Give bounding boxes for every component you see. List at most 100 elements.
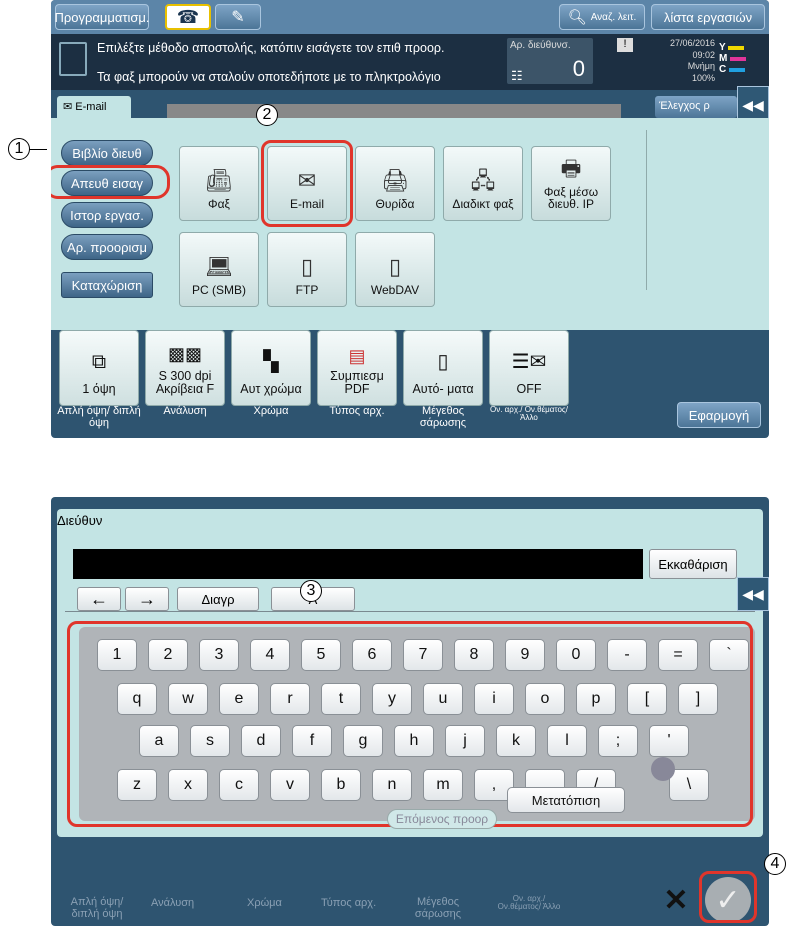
address-count-value: 0 xyxy=(572,56,585,81)
ftp-button[interactable]: ▯ FTP xyxy=(267,232,347,307)
duplex-value: 1 όψη xyxy=(82,381,116,396)
time-text: 09:02 xyxy=(692,49,715,60)
internet-fax-button[interactable]: 🖧 Διαδικτ φαξ xyxy=(443,146,523,221)
tab-divider xyxy=(65,611,755,612)
scan-size-value: Αυτό- ματα xyxy=(412,381,474,396)
resolution-icon: ▩▩ xyxy=(167,343,202,364)
file-type-value: Συμπιεσμ PDF xyxy=(330,368,384,396)
file-type-label-dim: Τύπος αρχ. xyxy=(321,897,377,909)
apply-button[interactable]: Εφαρμογή xyxy=(677,402,761,428)
instruction-line1: Επιλέξτε μέθοδο αποστολής, κατόπιν εισάγ… xyxy=(97,41,445,55)
next-destination-button[interactable]: Επόμενος προορ xyxy=(387,809,497,829)
ip-fax-icon: 🖶 xyxy=(560,155,582,181)
filename-setting-button[interactable]: ☰✉ OFF xyxy=(489,330,569,406)
webdav-label: WebDAV xyxy=(370,283,420,298)
filename-label: Ον. αρχ./ Ον.θέματος/ Άλλο xyxy=(490,405,568,423)
toner-y-label: Y xyxy=(719,42,726,53)
job-list-button[interactable]: λίστα εργασιών xyxy=(651,4,765,30)
left-arrow-button[interactable]: ← xyxy=(77,587,121,611)
search-label: Αναζ. λειτ. xyxy=(590,11,637,23)
address-book-button[interactable]: Βιβλίο διευθ xyxy=(61,140,153,166)
delete-button[interactable]: Διαγρ xyxy=(177,587,259,611)
search-button[interactable]: 🔍︎ Αναζ. λειτ. xyxy=(559,4,645,30)
ftp-label: FTP xyxy=(295,283,319,298)
address-dialog: Διεύθυν Εκκαθάριση ← → Διαγρ A 123456789… xyxy=(57,509,763,837)
highlight-keyboard xyxy=(67,621,753,827)
box-icon: 🖨︎ xyxy=(381,168,409,194)
highlight-ok xyxy=(699,871,757,923)
memory-value: 100% xyxy=(691,73,715,84)
callout-1: 1 xyxy=(8,138,30,160)
dest-number-button[interactable]: Αρ. προορισμ xyxy=(61,234,153,260)
phone-hook-icon[interactable]: ☎ xyxy=(165,4,211,30)
warning-icon: ! xyxy=(617,38,633,52)
color-label: Χρώμα xyxy=(253,405,289,417)
collapse-icon[interactable]: ◀◀ xyxy=(737,577,769,611)
callout-2: 2 xyxy=(256,104,278,126)
pdf-icon: ▤ xyxy=(348,345,366,366)
callout-4: 4 xyxy=(764,853,786,875)
memory-label: Μνήμη xyxy=(687,61,715,72)
webdav-button[interactable]: ▯ WebDAV xyxy=(355,232,435,307)
duplex-label: Απλή όψη/ διπλή όψη xyxy=(57,405,141,429)
webdav-icon: ▯ xyxy=(388,254,402,280)
dialog-title: Διεύθυν xyxy=(57,513,103,528)
resolution-setting-button[interactable]: ▩▩ S 300 dpi Ακρίβεια F xyxy=(145,330,225,406)
list-icon: ☷ xyxy=(511,68,523,83)
pc-smb-button[interactable]: 💻︎ PC (SMB) xyxy=(179,232,259,307)
filename-value: OFF xyxy=(516,381,542,396)
keyboard-screen: Διεύθυν Εκκαθάριση ← → Διαγρ A 123456789… xyxy=(51,497,769,926)
file-type-setting-button[interactable]: ▤ Συμπιεσμ PDF xyxy=(317,330,397,406)
instruction-line2: Τα φαξ μπορούν να σταλούν οποτεδήποτε με… xyxy=(97,70,441,84)
top-bar: Προγραμματισμ. ☎ ✎ 🔍︎ Αναζ. λειτ. λίστα ε… xyxy=(51,0,769,34)
page-icon: ▯ xyxy=(437,350,449,373)
pc-smb-label: PC (SMB) xyxy=(192,283,246,298)
toner-c-label: C xyxy=(719,64,727,75)
register-button[interactable]: Καταχώριση xyxy=(61,272,153,298)
resolution-label-dim: Ανάλυση xyxy=(151,897,195,909)
scan-size-setting-button[interactable]: ▯ Αυτό- ματα xyxy=(403,330,483,406)
resolution-label: Ανάλυση xyxy=(163,405,207,417)
ip-fax-label: Φαξ μέσω διευθ. IP xyxy=(543,184,599,212)
server-icon: ▯ xyxy=(300,254,314,280)
color-value: Αυτ χρώμα xyxy=(240,381,302,396)
clear-button[interactable]: Εκκαθάριση xyxy=(649,549,737,579)
message-area: Επιλέξτε μέθοδο αποστολής, κατόπιν εισάγ… xyxy=(51,34,769,90)
highlight-direct-input xyxy=(51,165,170,199)
send-screen: Προγραμματισμ. ☎ ✎ 🔍︎ Αναζ. λειτ. λίστα ε… xyxy=(51,0,769,438)
color-setting-button[interactable]: ▚ Αυτ χρώμα xyxy=(231,330,311,406)
box-button[interactable]: 🖨︎ Θυρίδα xyxy=(355,146,435,221)
date-text: 27/06/2016 xyxy=(669,38,715,48)
search-icon: 🔍︎ xyxy=(567,9,587,26)
toner-m-label: M xyxy=(719,53,728,64)
scan-size-label: Μέγεθος σάρωσης xyxy=(419,405,467,429)
callout-3: 3 xyxy=(300,580,322,602)
pen-icon[interactable]: ✎ xyxy=(215,4,261,30)
job-history-button[interactable]: Ιστορ εργασ. xyxy=(61,202,153,228)
email-tab-label: E-mail xyxy=(75,101,107,113)
box-label: Θυρίδα xyxy=(375,197,415,212)
scan-size-label-dim: Μέγεθος σάρωσης xyxy=(414,896,462,920)
computer-icon: 💻︎ xyxy=(205,254,233,280)
destination-area: Βιβλίο διευθ Απευθ εισαγ Ιστορ εργασ. Αρ… xyxy=(51,118,769,330)
address-entry-field[interactable] xyxy=(73,549,643,579)
internet-fax-icon: 🖧 xyxy=(470,168,496,194)
fax-icon: 📠︎ xyxy=(205,168,233,194)
check-button[interactable]: Έλεγχος ρ xyxy=(655,96,737,118)
fax-label: Φαξ xyxy=(208,197,230,212)
status-info: 27/06/2016 09:02 Μνήμη 100% xyxy=(663,38,715,85)
fax-button[interactable]: 📠︎ Φαξ xyxy=(179,146,259,221)
close-icon[interactable]: ✕ xyxy=(655,879,697,921)
program-button[interactable]: Προγραμματισμ. xyxy=(54,4,150,30)
address-count-label: Αρ. διεύθυνσ. xyxy=(510,40,571,51)
duplex-setting-button[interactable]: ⧉ 1 όψη xyxy=(59,330,139,406)
right-arrow-button[interactable]: → xyxy=(125,587,169,611)
email-tab[interactable]: ✉ E-mail xyxy=(57,96,131,118)
resolution-value: S 300 dpi Ακρίβεια F xyxy=(155,368,215,396)
address-count-box: Αρ. διεύθυνσ. 0 ☷ xyxy=(507,38,593,84)
color-label-dim: Χρώμα xyxy=(247,897,282,909)
toner-levels: Y M C xyxy=(719,42,747,75)
destination-grid: 📠︎ Φαξ ✉ E-mail 🖨︎ Θυρίδα 🖧 Διαδικτ φαξ 🖶 Φαξ… xyxy=(167,130,647,307)
ip-fax-button[interactable]: 🖶 Φαξ μέσω διευθ. IP xyxy=(531,146,611,221)
duplex-label-dim: Απλή όψη/ διπλή όψη xyxy=(70,896,124,920)
